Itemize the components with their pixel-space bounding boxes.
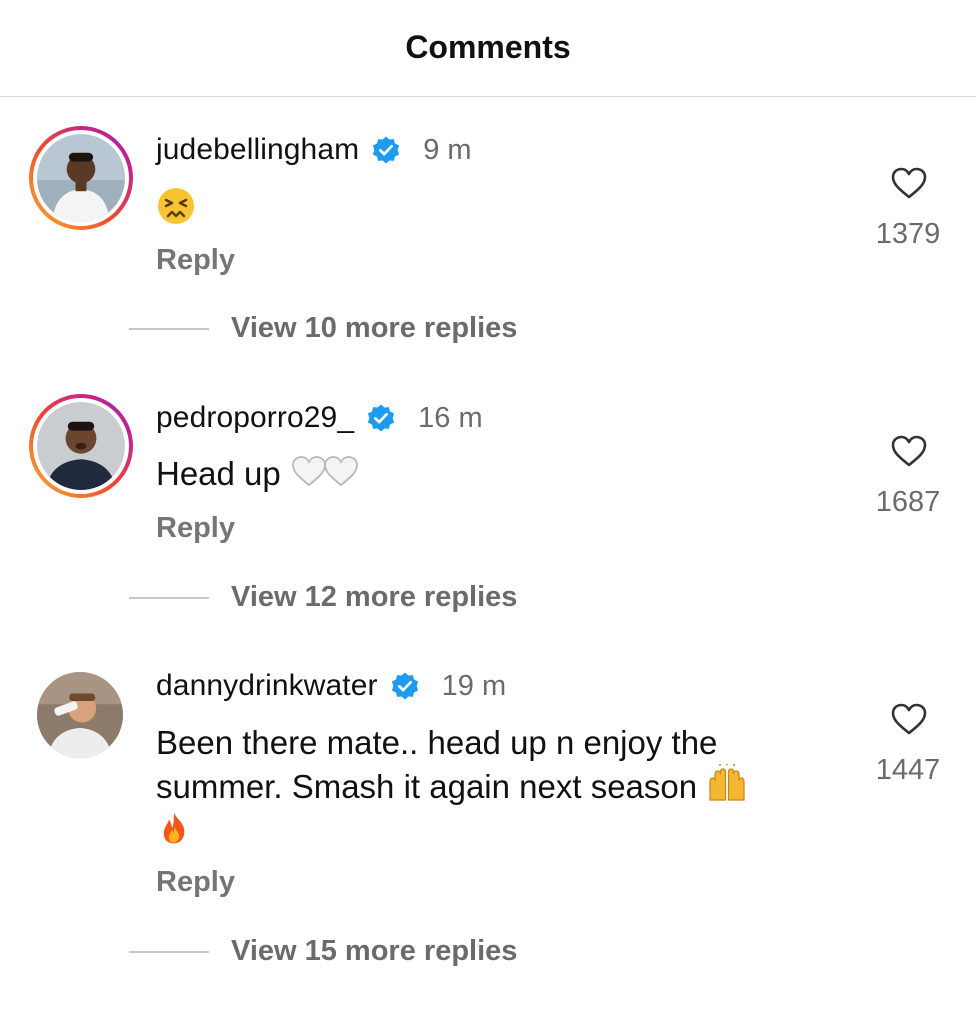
avatar[interactable] (29, 394, 133, 498)
verified-icon (368, 404, 395, 432)
avatar[interactable] (37, 672, 123, 758)
verified-icon (391, 672, 418, 700)
page-title: Comments (405, 28, 571, 65)
like-count: 1379 (875, 218, 941, 250)
view-more-replies[interactable]: View 10 more replies (129, 312, 517, 345)
divider-line (129, 596, 209, 599)
comment-text-line: summer. Smash it again next season (156, 764, 816, 808)
comment-text: Head up (156, 453, 816, 495)
reply-button[interactable]: Reply (156, 866, 235, 899)
comment-text: Been there mate.. head up n enjoy the su… (156, 722, 816, 852)
comment-text-line: Been there mate.. head up n enjoy the (156, 724, 718, 761)
persevering-face-emoji (158, 188, 194, 224)
avatar-image (37, 402, 125, 490)
avatar[interactable] (29, 126, 133, 230)
like-count: 1447 (875, 754, 941, 786)
raising-hands-emoji (709, 764, 745, 801)
avatar-image (37, 672, 123, 758)
divider-line (129, 327, 209, 330)
comment-text-body: Head up (156, 455, 281, 492)
comment-time: 9 m (423, 133, 472, 166)
like-count: 1687 (875, 486, 941, 518)
view-replies-label[interactable]: View 10 more replies (231, 312, 517, 345)
fire-emoji (163, 812, 185, 844)
heart-icon[interactable] (890, 166, 928, 200)
view-more-replies[interactable]: View 15 more replies (129, 935, 517, 968)
reply-button[interactable]: Reply (156, 512, 235, 545)
view-more-replies[interactable]: View 12 more replies (129, 581, 517, 614)
comment-time: 19 m (441, 669, 507, 702)
avatar-image (37, 134, 125, 222)
comment-text (156, 186, 816, 236)
comment-text-line (156, 808, 816, 852)
reply-button[interactable]: Reply (156, 244, 235, 277)
heart-icon[interactable] (890, 702, 928, 736)
white-heart-emoji (324, 456, 358, 487)
verified-icon (373, 136, 400, 164)
comment-time: 16 m (418, 401, 483, 434)
comment-username[interactable]: judebellingham (156, 133, 359, 167)
comment-username[interactable]: pedroporro29_ (156, 401, 354, 435)
divider-line (129, 950, 209, 953)
heart-icon[interactable] (890, 434, 928, 468)
comment-text-line-body: summer. Smash it again next season (156, 768, 698, 805)
view-replies-label[interactable]: View 12 more replies (231, 581, 517, 614)
comment-username[interactable]: dannydrinkwater (156, 669, 378, 703)
comments-header: Comments (0, 0, 976, 97)
view-replies-label[interactable]: View 15 more replies (231, 935, 517, 968)
